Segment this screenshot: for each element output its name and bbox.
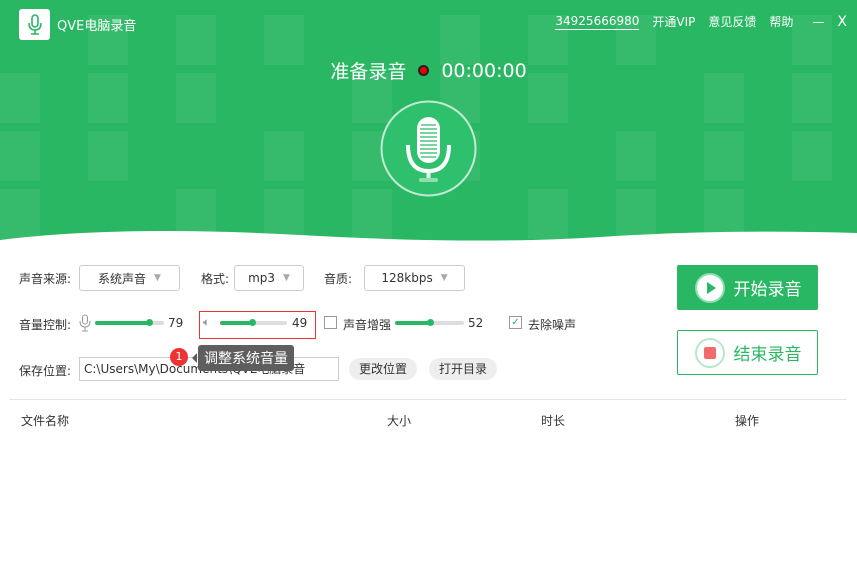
column-header-size: 大小 xyxy=(387,414,412,428)
background-tile xyxy=(264,131,304,181)
background-tile xyxy=(0,131,40,181)
status-label: 准备录音 xyxy=(330,61,407,83)
column-header-actions: 操作 xyxy=(735,414,760,428)
enhance-label: 声音增强 xyxy=(343,318,392,332)
tooltip: 调整系统音量 xyxy=(192,345,294,371)
background-tile xyxy=(616,131,656,181)
start-label: 开始录音 xyxy=(733,280,802,300)
mic-icon xyxy=(27,13,42,35)
format-value: mp3 xyxy=(248,271,276,285)
record-dot-icon xyxy=(418,65,430,76)
header-banner: QVE电脑录音 34925666980 开通VIP 意见反馈 帮助 — X 准备… xyxy=(0,0,857,245)
divider xyxy=(9,399,847,400)
wave-divider xyxy=(0,231,857,245)
change-location-button[interactable]: 更改位置 xyxy=(349,358,418,380)
system-volume-value: 49 xyxy=(292,316,308,330)
quality-value: 128kbps xyxy=(381,271,433,285)
denoise-checkbox[interactable]: ✓ xyxy=(509,316,522,329)
format-label: 格式: xyxy=(201,272,230,286)
background-tile xyxy=(792,131,832,181)
tooltip-badge: 1 xyxy=(170,348,188,366)
enhance-checkbox[interactable] xyxy=(324,316,337,329)
feedback-link[interactable]: 意见反馈 xyxy=(708,13,756,30)
minimize-button[interactable]: — xyxy=(812,15,824,29)
quality-label: 音质: xyxy=(324,272,353,286)
play-icon xyxy=(694,272,725,303)
volume-label: 音量控制: xyxy=(19,318,72,332)
open-folder-button[interactable]: 打开目录 xyxy=(429,358,498,380)
timer: 00:00:00 xyxy=(441,59,527,82)
quality-select[interactable]: 128kbps ▼ xyxy=(364,265,465,291)
app-title: QVE电脑录音 xyxy=(57,19,137,34)
speaker-icon: 🔈︎ xyxy=(203,315,211,329)
recording-status: 准备录音 00:00:00 xyxy=(0,57,857,84)
stop-recording-button[interactable]: 结束录音 xyxy=(677,330,818,375)
vip-link[interactable]: 开通VIP xyxy=(652,13,695,30)
chevron-down-icon: ▼ xyxy=(440,273,448,283)
mic-volume-value: 79 xyxy=(168,316,184,330)
close-button[interactable]: X xyxy=(837,14,847,30)
background-tile xyxy=(88,131,128,181)
save-label: 保存位置: xyxy=(19,364,72,378)
system-volume-slider[interactable] xyxy=(220,319,287,326)
enhance-value: 52 xyxy=(468,316,484,330)
chevron-down-icon: ▼ xyxy=(154,273,161,283)
denoise-label: 去除噪声 xyxy=(528,318,577,332)
mic-icon xyxy=(79,314,91,332)
help-link[interactable]: 帮助 xyxy=(769,13,793,30)
enhance-slider[interactable] xyxy=(395,319,464,326)
source-label: 声音来源: xyxy=(19,272,72,286)
source-select[interactable]: 系统声音 ▼ xyxy=(79,265,180,291)
app-logo xyxy=(19,9,50,40)
mic-volume-slider[interactable] xyxy=(95,319,164,326)
column-header-name: 文件名称 xyxy=(21,414,70,428)
stop-label: 结束录音 xyxy=(733,345,802,365)
account-link[interactable]: 34925666980 xyxy=(555,14,640,30)
start-recording-button[interactable]: 开始录音 xyxy=(677,265,818,310)
format-select[interactable]: mp3 ▼ xyxy=(234,265,304,291)
stop-icon xyxy=(694,337,725,368)
source-value: 系统声音 xyxy=(98,271,147,286)
chevron-down-icon: ▼ xyxy=(283,273,290,283)
background-tile xyxy=(704,131,744,181)
column-header-duration: 时长 xyxy=(541,414,566,428)
big-mic-icon[interactable] xyxy=(379,99,478,198)
